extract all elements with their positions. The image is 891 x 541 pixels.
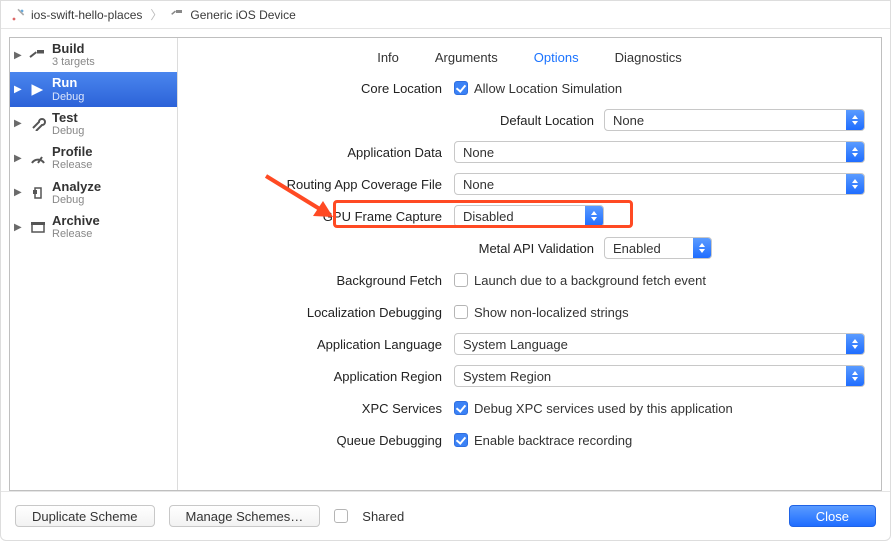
sidebar-title: Build [52, 42, 95, 56]
manage-schemes-button[interactable]: Manage Schemes… [169, 505, 321, 527]
label-bg-fetch: Background Fetch [194, 273, 454, 288]
label-default-location: Default Location [454, 113, 604, 128]
sidebar-title: Archive [52, 214, 100, 228]
wrench-icon [28, 116, 48, 132]
sidebar-item-build[interactable]: ▶ Build3 targets [10, 38, 177, 72]
select-app-region[interactable]: System Region [454, 365, 865, 387]
options-panel: Info Arguments Options Diagnostics Core … [178, 38, 881, 490]
stepper-icon [846, 142, 864, 162]
tab-options[interactable]: Options [534, 50, 579, 65]
sidebar-sub: Debug [52, 194, 101, 206]
select-app-lang[interactable]: System Language [454, 333, 865, 355]
close-button[interactable]: Close [789, 505, 876, 527]
tab-info[interactable]: Info [377, 50, 399, 65]
select-routing[interactable]: None [454, 173, 865, 195]
stepper-icon [585, 206, 603, 226]
footer: Duplicate Scheme Manage Schemes… Shared … [1, 492, 890, 540]
gauge-icon [28, 150, 48, 166]
sidebar: ▶ Build3 targets ▶ RunDebug ▶ TestDebug … [10, 38, 178, 490]
archive-icon [28, 219, 48, 235]
disclosure-icon[interactable]: ▶ [14, 153, 24, 164]
sidebar-title: Profile [52, 145, 92, 159]
label-gpu: GPU Frame Capture [194, 209, 454, 224]
label-application-data: Application Data [194, 145, 454, 160]
breadcrumb-device[interactable]: Generic iOS Device [190, 8, 295, 22]
select-metal[interactable]: Enabled [604, 237, 712, 259]
stepper-icon [846, 174, 864, 194]
scheme-icon [11, 8, 25, 22]
sidebar-sub: Release [52, 228, 100, 240]
sidebar-title: Test [52, 111, 84, 125]
sidebar-item-analyze[interactable]: ▶ AnalyzeDebug [10, 176, 177, 210]
disclosure-icon[interactable]: ▶ [14, 118, 24, 129]
stepper-icon [693, 238, 711, 258]
breadcrumb[interactable]: ios-swift-hello-places 〉 Generic iOS Dev… [1, 1, 890, 29]
sidebar-item-test[interactable]: ▶ TestDebug [10, 107, 177, 141]
sidebar-item-profile[interactable]: ▶ ProfileRelease [10, 141, 177, 175]
checklabel-xpc: Debug XPC services used by this applicat… [474, 401, 733, 416]
checkbox-loc-debug[interactable] [454, 305, 468, 319]
sidebar-title: Run [52, 76, 84, 90]
checklabel-bg-fetch: Launch due to a background fetch event [474, 273, 706, 288]
checklabel-shared: Shared [362, 509, 404, 524]
checkbox-queue[interactable] [454, 433, 468, 447]
disclosure-icon[interactable]: ▶ [14, 84, 24, 95]
sidebar-sub: Debug [52, 91, 84, 103]
stepper-icon [846, 366, 864, 386]
label-core-location: Core Location [194, 81, 454, 96]
sidebar-item-run[interactable]: ▶ RunDebug [10, 72, 177, 106]
sidebar-item-archive[interactable]: ▶ ArchiveRelease [10, 210, 177, 244]
checkbox-bg-fetch[interactable] [454, 273, 468, 287]
disclosure-icon[interactable]: ▶ [14, 187, 24, 198]
tab-arguments[interactable]: Arguments [435, 50, 498, 65]
select-gpu[interactable]: Disabled [454, 205, 604, 227]
disclosure-icon[interactable]: ▶ [14, 222, 24, 233]
checkbox-allow-location[interactable] [454, 81, 468, 95]
duplicate-scheme-button[interactable]: Duplicate Scheme [15, 505, 155, 527]
play-icon [28, 82, 48, 98]
checklabel-queue: Enable backtrace recording [474, 433, 632, 448]
checkbox-shared[interactable] [334, 509, 348, 523]
tabs: Info Arguments Options Diagnostics [194, 46, 865, 75]
stepper-icon [846, 334, 864, 354]
checklabel-loc-debug: Show non-localized strings [474, 305, 629, 320]
hammer-icon [28, 47, 48, 63]
label-app-region: Application Region [194, 369, 454, 384]
tab-diagnostics[interactable]: Diagnostics [615, 50, 682, 65]
label-app-lang: Application Language [194, 337, 454, 352]
stepper-icon [846, 110, 864, 130]
checkbox-xpc[interactable] [454, 401, 468, 415]
label-metal: Metal API Validation [454, 241, 604, 256]
disclosure-icon[interactable]: ▶ [14, 50, 24, 61]
sidebar-sub: Debug [52, 125, 84, 137]
hammer-icon [170, 8, 184, 22]
label-loc-debug: Localization Debugging [194, 305, 454, 320]
breadcrumb-project[interactable]: ios-swift-hello-places [31, 8, 142, 22]
label-queue: Queue Debugging [194, 433, 454, 448]
sidebar-sub: Release [52, 159, 92, 171]
analyze-icon [28, 185, 48, 201]
select-application-data[interactable]: None [454, 141, 865, 163]
chevron-right-icon: 〉 [150, 6, 162, 23]
sidebar-title: Analyze [52, 180, 101, 194]
label-routing: Routing App Coverage File [194, 177, 454, 192]
select-default-location[interactable]: None [604, 109, 865, 131]
checklabel-allow-location: Allow Location Simulation [474, 81, 622, 96]
sidebar-sub: 3 targets [52, 56, 95, 68]
label-xpc: XPC Services [194, 401, 454, 416]
